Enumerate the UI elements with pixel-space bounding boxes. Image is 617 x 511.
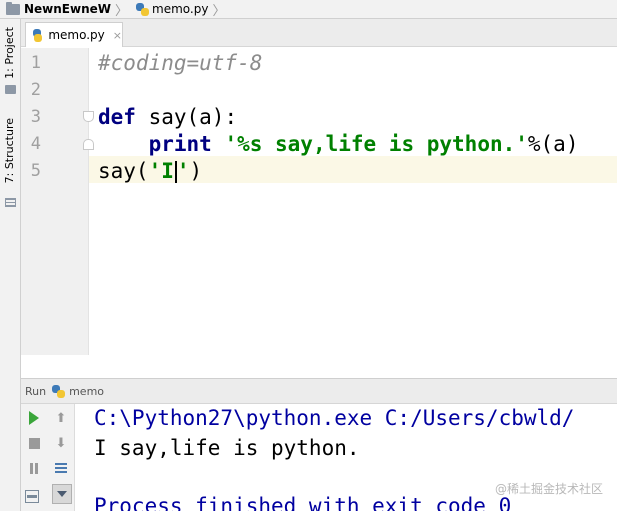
- code-line-5: say('I '): [98, 158, 202, 185]
- python-run-config-icon: [52, 384, 66, 398]
- breadcrumb-separator-icon: 〉: [115, 3, 129, 19]
- watermark: @稀土掘金技术社区: [494, 482, 603, 496]
- line-number: 5: [30, 161, 41, 181]
- scroll-to-end-icon[interactable]: [52, 484, 72, 504]
- run-toolbar: ⬆ ⬇: [21, 404, 75, 511]
- arrow-down-icon[interactable]: ⬇: [52, 434, 70, 452]
- editor-gutter: 1 2 3 4 5: [21, 48, 94, 355]
- code-text: say(a):: [135, 105, 238, 129]
- python-file-icon: [136, 2, 150, 16]
- fold-marker-icon[interactable]: [83, 139, 94, 150]
- play-icon[interactable]: [25, 409, 43, 427]
- code-keyword: print: [148, 132, 212, 156]
- breadcrumb-file[interactable]: memo.py: [130, 0, 210, 19]
- tool-tab-structure[interactable]: 7: Structure: [0, 114, 21, 214]
- editor-tab-label: memo.py: [48, 28, 105, 42]
- run-config-name[interactable]: memo: [69, 385, 104, 398]
- code-editor[interactable]: 1 2 3 4 5 #coding=utf-8 def say(a): prin…: [21, 48, 617, 378]
- code-keyword: def: [98, 105, 136, 129]
- structure-icon: [5, 198, 16, 207]
- breadcrumb-separator-icon: 〉: [212, 3, 226, 19]
- line-number: 1: [30, 53, 41, 73]
- code-text: ): [189, 159, 203, 183]
- stop-icon[interactable]: [25, 434, 43, 452]
- layout-icon[interactable]: [25, 490, 39, 503]
- tool-tab-project[interactable]: 1: Project: [0, 19, 21, 99]
- breadcrumb-file-label: memo.py: [152, 2, 209, 16]
- console-output-line: I say,life is python.: [94, 436, 360, 460]
- line-number: 3: [30, 107, 41, 127]
- line-number: 4: [30, 134, 41, 154]
- code-string: '%s say,life is python.': [224, 132, 528, 156]
- arrow-up-icon[interactable]: ⬆: [52, 409, 70, 427]
- code-text: say(: [98, 159, 149, 183]
- run-panel-label: Run: [25, 384, 47, 398]
- breadcrumb-project-label: NewnEwneW: [24, 2, 112, 16]
- console-exit-line: Process finished with exit code 0: [94, 494, 512, 511]
- line-number: 2: [30, 80, 41, 100]
- soft-wrap-icon[interactable]: [52, 459, 70, 477]
- code-string: ': [176, 159, 190, 183]
- project-icon: [5, 85, 16, 94]
- run-panel-header: Run memo: [21, 378, 617, 404]
- tool-tab-project-label: 1: Project: [3, 27, 16, 79]
- code-text: %(a): [527, 132, 579, 156]
- code-string: 'I: [148, 159, 174, 183]
- breadcrumb-project[interactable]: NewnEwneW: [0, 0, 113, 19]
- close-icon[interactable]: ×: [113, 29, 122, 42]
- code-line-4: print '%s say,life is python.'%(a): [98, 131, 579, 158]
- folder-icon: [6, 1, 20, 15]
- left-tool-strip: 1: Project 7: Structure: [0, 19, 21, 511]
- tool-tab-structure-label: 7: Structure: [3, 118, 16, 184]
- python-file-icon: [33, 28, 43, 42]
- code-line-3: def say(a):: [98, 104, 237, 131]
- code-comment: #coding=utf-8: [98, 51, 263, 75]
- editor-tab-memo[interactable]: memo.py ×: [25, 22, 123, 47]
- navigation-bar: NewnEwneW 〉 memo.py 〉: [0, 0, 617, 19]
- fold-marker-icon[interactable]: [83, 111, 94, 122]
- code-line-1: #coding=utf-8: [98, 50, 262, 77]
- pause-icon[interactable]: [25, 459, 43, 477]
- editor-tab-bar: memo.py ×: [21, 19, 617, 47]
- console-command-line[interactable]: C:\Python27\python.exe C:/Users/cbwld/: [94, 404, 574, 432]
